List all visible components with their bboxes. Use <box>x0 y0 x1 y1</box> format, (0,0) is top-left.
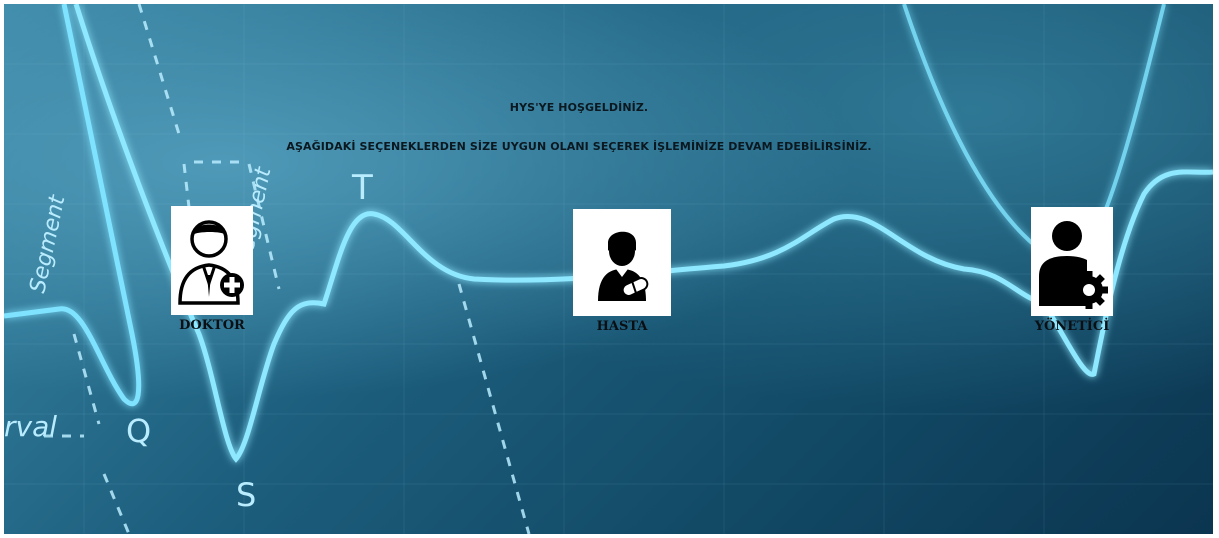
svg-text:T: T <box>351 168 373 208</box>
option-hasta[interactable]: HASTA <box>572 209 672 334</box>
admin-gear-icon <box>1039 220 1108 309</box>
doctor-icon <box>178 219 244 305</box>
svg-text:Segment: Segment <box>25 192 70 295</box>
hasta-label[interactable]: HASTA <box>572 319 672 334</box>
svg-text:rval: rval <box>4 410 57 443</box>
svg-text:S: S <box>236 476 256 514</box>
doctor-tile[interactable] <box>171 206 253 315</box>
patient-icon <box>598 231 649 301</box>
svg-text:Q: Q <box>126 412 151 450</box>
option-yonetici[interactable]: YÖNETİCİ <box>1022 207 1122 334</box>
welcome-subtitle: AŞAĞIDAKİ SEÇENEKLERDEN SİZE UYGUN OLANI… <box>286 140 872 153</box>
option-doktor[interactable]: DOKTOR <box>162 206 262 333</box>
yonetici-label[interactable]: YÖNETİCİ <box>1022 319 1122 334</box>
patient-tile[interactable] <box>573 209 671 316</box>
admin-tile[interactable] <box>1031 207 1113 316</box>
welcome-title: HYS'YE HOŞGELDİNİZ. <box>509 101 649 114</box>
ecg-background: T Q S rval Segment Segment HYS'YE HOŞGEL… <box>4 4 1213 534</box>
doktor-label[interactable]: DOKTOR <box>162 318 262 333</box>
